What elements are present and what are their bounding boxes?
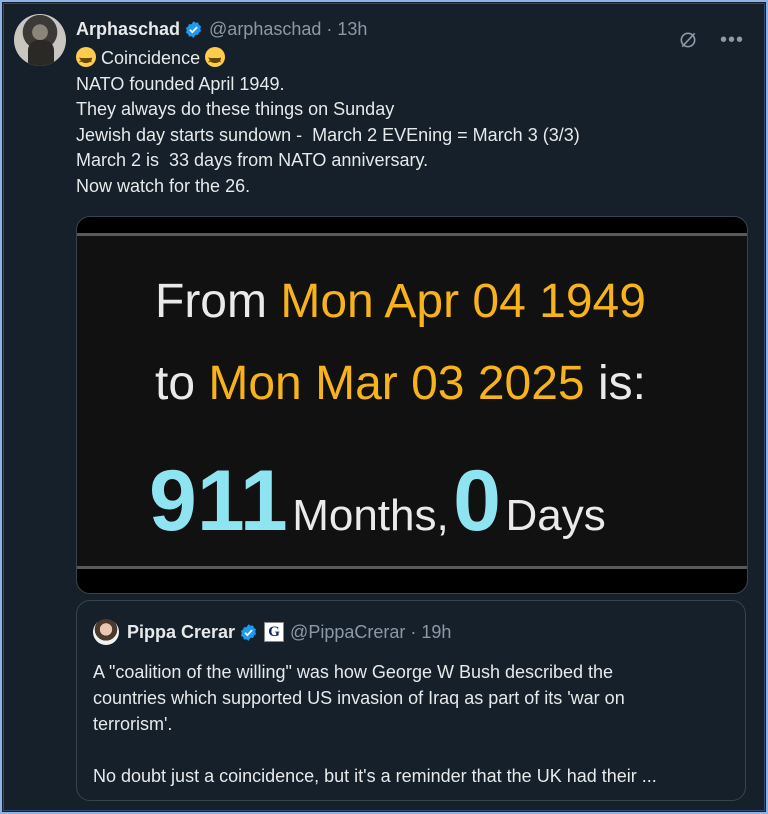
months-label: Months,	[292, 491, 449, 540]
tweet-content: Arphaschad @arphaschad · 13h Coincidence…	[76, 14, 748, 199]
affiliation-badge-icon: G	[264, 622, 285, 642]
is-word: is:	[597, 357, 646, 410]
quoted-tweet-text: A "coalition of the willing" was how Geo…	[93, 659, 733, 789]
quoted-author-handle: @PippaCrerar	[290, 621, 406, 642]
quoted-author-name: Pippa Crerar	[127, 621, 236, 642]
quoted-line: A "coalition of the willing" was how Geo…	[93, 662, 614, 682]
to-date: Mon Mar 03 2025	[208, 357, 585, 410]
tweet-line: NATO founded April 1949.	[76, 73, 285, 94]
tweet-line-text: Coincidence	[101, 48, 201, 68]
tweet-line: Now watch for the 26.	[76, 175, 251, 196]
timestamp[interactable]: 13h	[337, 19, 367, 40]
to-word: to	[155, 357, 196, 410]
from-date: Mon Apr 04 1949	[280, 275, 646, 328]
verified-badge-icon	[186, 20, 202, 38]
verified-badge-icon	[241, 623, 257, 641]
days-label: Days	[505, 491, 606, 540]
author-handle[interactable]: @arphaschad	[209, 19, 321, 40]
quoted-author-avatar	[93, 619, 119, 645]
author-name[interactable]: Arphaschad	[76, 19, 180, 40]
separator-dot: ·	[410, 621, 417, 642]
tweet-line: They always do these things on Sunday	[76, 99, 395, 119]
separator-dot: ·	[326, 18, 333, 39]
from-line: From Mon Apr 04 1949	[155, 274, 747, 329]
grinning-squinting-face-icon	[76, 47, 96, 74]
quoted-tweet[interactable]: Pippa Crerar G @PippaCrerar · 19h A "coa…	[76, 600, 746, 801]
grinning-squinting-face-icon	[205, 47, 226, 74]
header-actions: •••	[678, 30, 744, 50]
tweet-header: Arphaschad @arphaschad · 13h	[76, 14, 748, 44]
quoted-line: countries which supported US invasion of…	[93, 688, 625, 708]
quoted-line	[93, 737, 733, 763]
author-avatar[interactable]	[14, 14, 66, 66]
quoted-line: No doubt just a coincidence, but it's a …	[93, 766, 657, 786]
tweet-line: March 2 is 33 days from NATO anniversary…	[76, 150, 429, 170]
quoted-tweet-header: Pippa Crerar G @PippaCrerar · 19h	[93, 619, 451, 645]
date-calculator-graphic: From Mon Apr 04 1949 to Mon Mar 03 2025 …	[77, 233, 747, 569]
more-options-icon[interactable]: •••	[720, 30, 744, 50]
result-line: 911 Months, 0 Days	[149, 452, 606, 551]
to-line: to Mon Mar 03 2025 is:	[155, 356, 747, 411]
grok-icon[interactable]	[678, 30, 698, 50]
from-word: From	[155, 275, 267, 328]
days-value: 0	[453, 453, 502, 549]
quoted-line: terrorism'.	[93, 714, 173, 734]
tweet-media-image[interactable]: From Mon Apr 04 1949 to Mon Mar 03 2025 …	[76, 216, 748, 594]
quoted-timestamp: 19h	[421, 621, 452, 642]
tweet-text: Coincidence NATO founded April 1949. The…	[76, 46, 748, 199]
tweet-line: Jewish day starts sundown - March 2 EVEn…	[76, 124, 580, 145]
tweet-line: Coincidence	[76, 46, 748, 74]
months-value: 911	[149, 453, 288, 549]
